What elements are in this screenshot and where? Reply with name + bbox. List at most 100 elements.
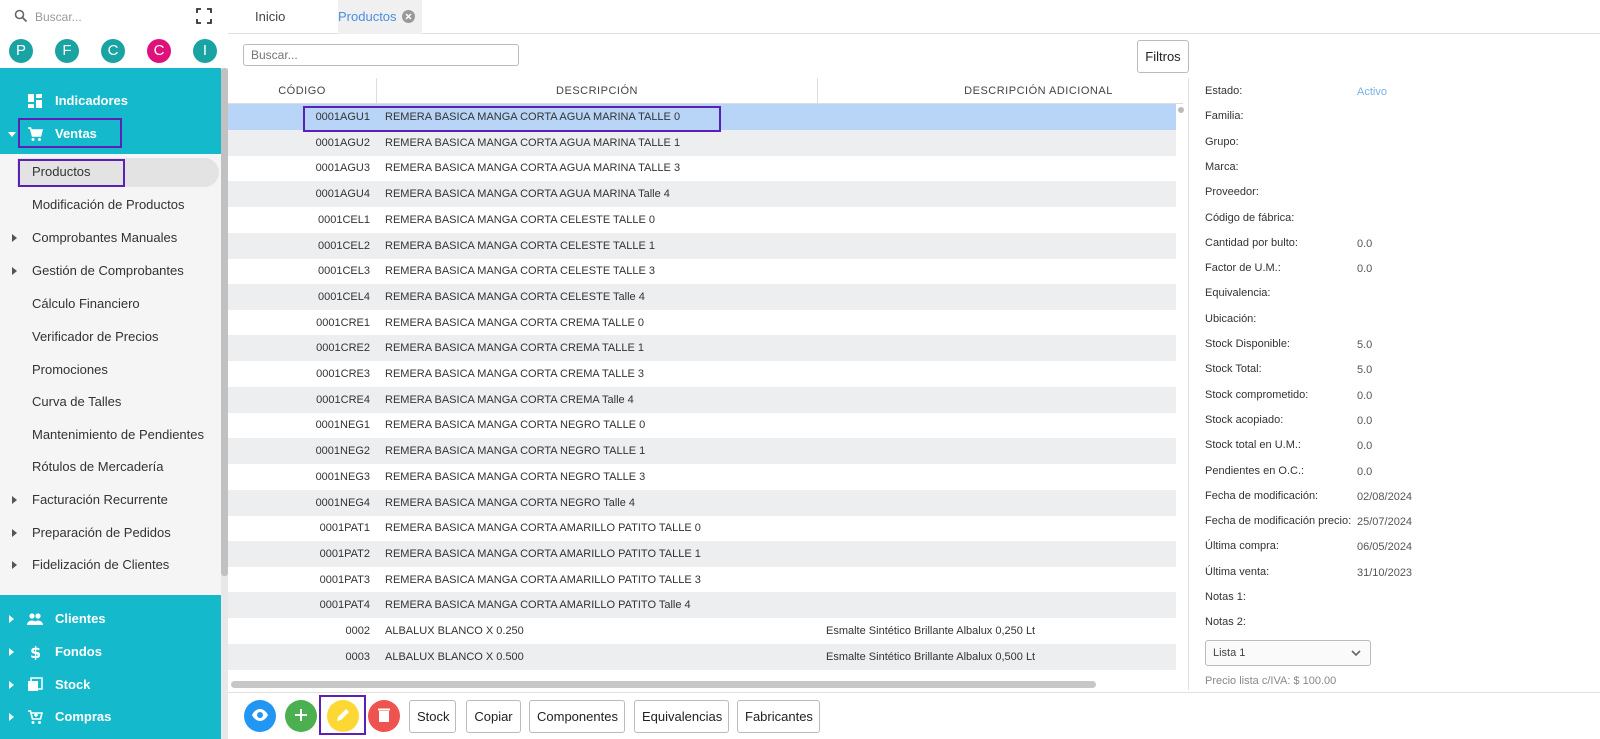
table-row[interactable]: 0001PAT2 REMERA BASICA MANGA CORTA AMARIL… [228,540,1176,567]
sidebar-item-stock[interactable]: Stock [0,668,222,701]
chevron-down-icon [8,132,16,137]
sidebar-sub-fidelizacion[interactable]: Fidelización de Clientes [0,549,222,582]
view-button[interactable] [244,700,276,732]
lista-select[interactable]: Lista 1 [1205,640,1371,666]
cell-descripcion: REMERA BASICA MANGA CORTA NEGRO TALLE 1 [385,445,646,458]
table-row[interactable]: 0003 ALBALUX BLANCO X 0.500 Esmalte Sintét… [228,643,1176,670]
sidebar-sub-promociones[interactable]: Promociones [0,354,222,387]
cell-descripcion: REMERA BASICA MANGA CORTA CELESTE TALLE … [385,239,655,252]
detail-value: Activo [1357,86,1387,98]
sidebar-sub-modificacion[interactable]: Modificación de Productos [0,189,222,222]
cell-codigo: 0001CEL4 [318,290,370,303]
fabricantes-button[interactable]: Fabricantes [737,700,820,733]
sidebar-scrollbar-thumb[interactable] [221,68,228,576]
cart-plus-icon [28,710,43,724]
equivalencias-button[interactable]: Equivalencias [634,700,729,733]
sidebar-item-label: Stock [55,677,91,692]
app-window: Buscar... P F C C I Indicadores Ventas P… [0,0,1600,739]
cell-descripcion-adicional: Esmalte Sintético Brillante Albalux 0,50… [826,650,1036,663]
search-icon [14,9,28,23]
avatar-p[interactable]: P [9,39,33,63]
table-row[interactable]: 0001CEL2 REMERA BASICA MANGA CORTA CELEST… [228,232,1176,259]
sidebar-sub-verificador-precios[interactable]: Verificador de Precios [0,321,222,354]
table-row[interactable]: 0001PAT1 REMERA BASICA MANGA CORTA AMARIL… [228,515,1176,541]
sidebar-sub-rotulos[interactable]: Rótulos de Mercadería [0,451,222,484]
table-row[interactable]: 0001CRE2 REMERA BASICA MANGA CORTA CREMA … [228,335,1176,362]
sidebar-item-clientes[interactable]: Clientes [0,602,222,635]
close-icon[interactable] [402,10,415,23]
table-row[interactable]: 0001NEG4 REMERA BASICA MANGA CORTA NEGRO … [228,489,1176,516]
sidebar-sub-gestion-comprobantes[interactable]: Gestión de Comprobantes [0,255,222,288]
col-header-codigo[interactable]: CÓDIGO [228,78,377,104]
sidebar-item-compras[interactable]: Compras [0,700,222,733]
table-row[interactable]: 0001CRE1 REMERA BASICA MANGA CORTA CREMA … [228,310,1176,336]
table-row[interactable]: 0001NEG2 REMERA BASICA MANGA CORTA NEGRO … [228,438,1176,465]
table-hscroll-thumb[interactable] [231,681,1096,688]
table-row[interactable]: 0001AGU2 REMERA BASICA MANGA CORTA AGUA M… [228,129,1176,156]
stock-button[interactable]: Stock [409,700,456,733]
table-header: CÓDIGO DESCRIPCIÓN DESCRIPCIÓN ADICIONAL [228,78,1183,104]
chevron-right-icon [12,529,17,537]
sidebar-item-fondos[interactable]: $ Fondos [0,635,222,668]
tab-inicio[interactable]: Inicio [228,0,328,34]
table-vscroll-thumb[interactable] [1178,107,1184,113]
sidebar-item-indicadores[interactable]: Indicadores [0,84,222,117]
lista-select-value: Lista 1 [1213,647,1246,659]
table-row[interactable]: 0002 ALBALUX BLANCO X 0.250 Esmalte Sintét… [228,618,1176,644]
detail-value: 0.0 [1357,465,1373,478]
svg-text:$: $ [30,644,41,660]
table-row[interactable]: 0001AGU3 REMERA BASICA MANGA CORTA AGUA M… [228,155,1176,181]
copiar-button[interactable]: Copiar [466,700,521,733]
sidebar-sub-label: Gestión de Comprobantes [32,263,184,278]
sidebar-item-label: Compras [55,709,112,724]
cell-descripcion-adicional: Esmalte Sintético Brillante Albalux 0,25… [826,625,1036,637]
col-header-descripcion-adicional[interactable]: DESCRIPCIÓN ADICIONAL [818,78,1183,104]
search-input[interactable] [243,44,519,66]
sidebar-sub-mantenimiento-pendientes[interactable]: Mantenimiento de Pendientes [0,419,222,452]
avatar-c[interactable]: C [101,39,125,63]
sidebar-sub-label: Comprobantes Manuales [32,230,178,245]
cell-descripcion: REMERA BASICA MANGA CORTA CELESTE TALLE … [385,213,655,226]
col-header-descripcion[interactable]: DESCRIPCIÓN [377,78,818,104]
cell-codigo: 0001PAT3 [319,573,370,586]
cell-descripcion: REMERA BASICA MANGA CORTA CREMA TALLE 1 [385,342,644,355]
cell-codigo: 0001CEL1 [318,213,370,226]
sidebar-sub-comprobantes-manuales[interactable]: Comprobantes Manuales [0,222,222,255]
detail-label: Estado: [1205,85,1243,97]
table-row[interactable]: 0001CEL1 REMERA BASICA MANGA CORTA CELEST… [228,207,1176,233]
table-row[interactable]: 0001PAT3 REMERA BASICA MANGA CORTA AMARIL… [228,567,1176,593]
fullscreen-icon[interactable] [196,8,212,24]
avatar-c-pink[interactable]: C [147,39,171,63]
sidebar-sub-calculo-financiero[interactable]: Cálculo Financiero [0,288,222,321]
table-row[interactable]: 0001NEG3 REMERA BASICA MANGA CORTA NEGRO … [228,464,1176,490]
filtros-button[interactable]: Filtros [1137,40,1189,73]
cell-codigo: 0001NEG2 [315,445,370,458]
table-row[interactable]: 0001CEL3 REMERA BASICA MANGA CORTA CELEST… [228,258,1176,284]
componentes-button[interactable]: Componentes [529,700,625,733]
table-row[interactable]: 0001NEG1 REMERA BASICA MANGA CORTA NEGRO … [228,412,1176,438]
sidebar-search[interactable]: Buscar... [14,8,214,26]
table-row[interactable]: 0001AGU4 REMERA BASICA MANGA CORTA AGUA M… [228,181,1176,208]
cell-descripcion: REMERA BASICA MANGA CORTA CELESTE Talle … [385,290,645,303]
table-row[interactable]: 0001CRE4 REMERA BASICA MANGA CORTA CREMA … [228,386,1176,413]
table-row[interactable]: 0001PAT4 REMERA BASICA MANGA CORTA AMARIL… [228,592,1176,619]
cell-codigo: 0001AGU2 [315,136,370,149]
avatar-i[interactable]: I [193,39,217,63]
sidebar-sub-facturacion-recurrente[interactable]: Facturación Recurrente [0,484,222,517]
delete-button[interactable] [368,700,400,732]
table-row[interactable]: 0001CRE3 REMERA BASICA MANGA CORTA CREMA … [228,361,1176,387]
tab-productos[interactable]: Productos [338,0,422,34]
sidebar-sub-preparacion-pedidos[interactable]: Preparación de Pedidos [0,517,222,550]
trash-icon [378,708,390,722]
highlight-selected-row [303,106,721,132]
cell-codigo: 0001CEL2 [318,239,370,252]
detail-label: Equivalencia: [1205,287,1271,300]
cell-descripcion: REMERA BASICA MANGA CORTA AMARILLO PATIT… [385,522,701,535]
table-row[interactable]: 0001CEL4 REMERA BASICA MANGA CORTA CELEST… [228,283,1176,310]
detail-value: 5.0 [1357,339,1373,351]
detail-value: 31/10/2023 [1357,566,1413,579]
sidebar-sub-curva-talles[interactable]: Curva de Talles [0,386,222,419]
avatar-f[interactable]: F [55,39,79,63]
add-button[interactable] [285,700,317,732]
cell-descripcion: REMERA BASICA MANGA CORTA NEGRO TALLE 3 [385,470,646,483]
